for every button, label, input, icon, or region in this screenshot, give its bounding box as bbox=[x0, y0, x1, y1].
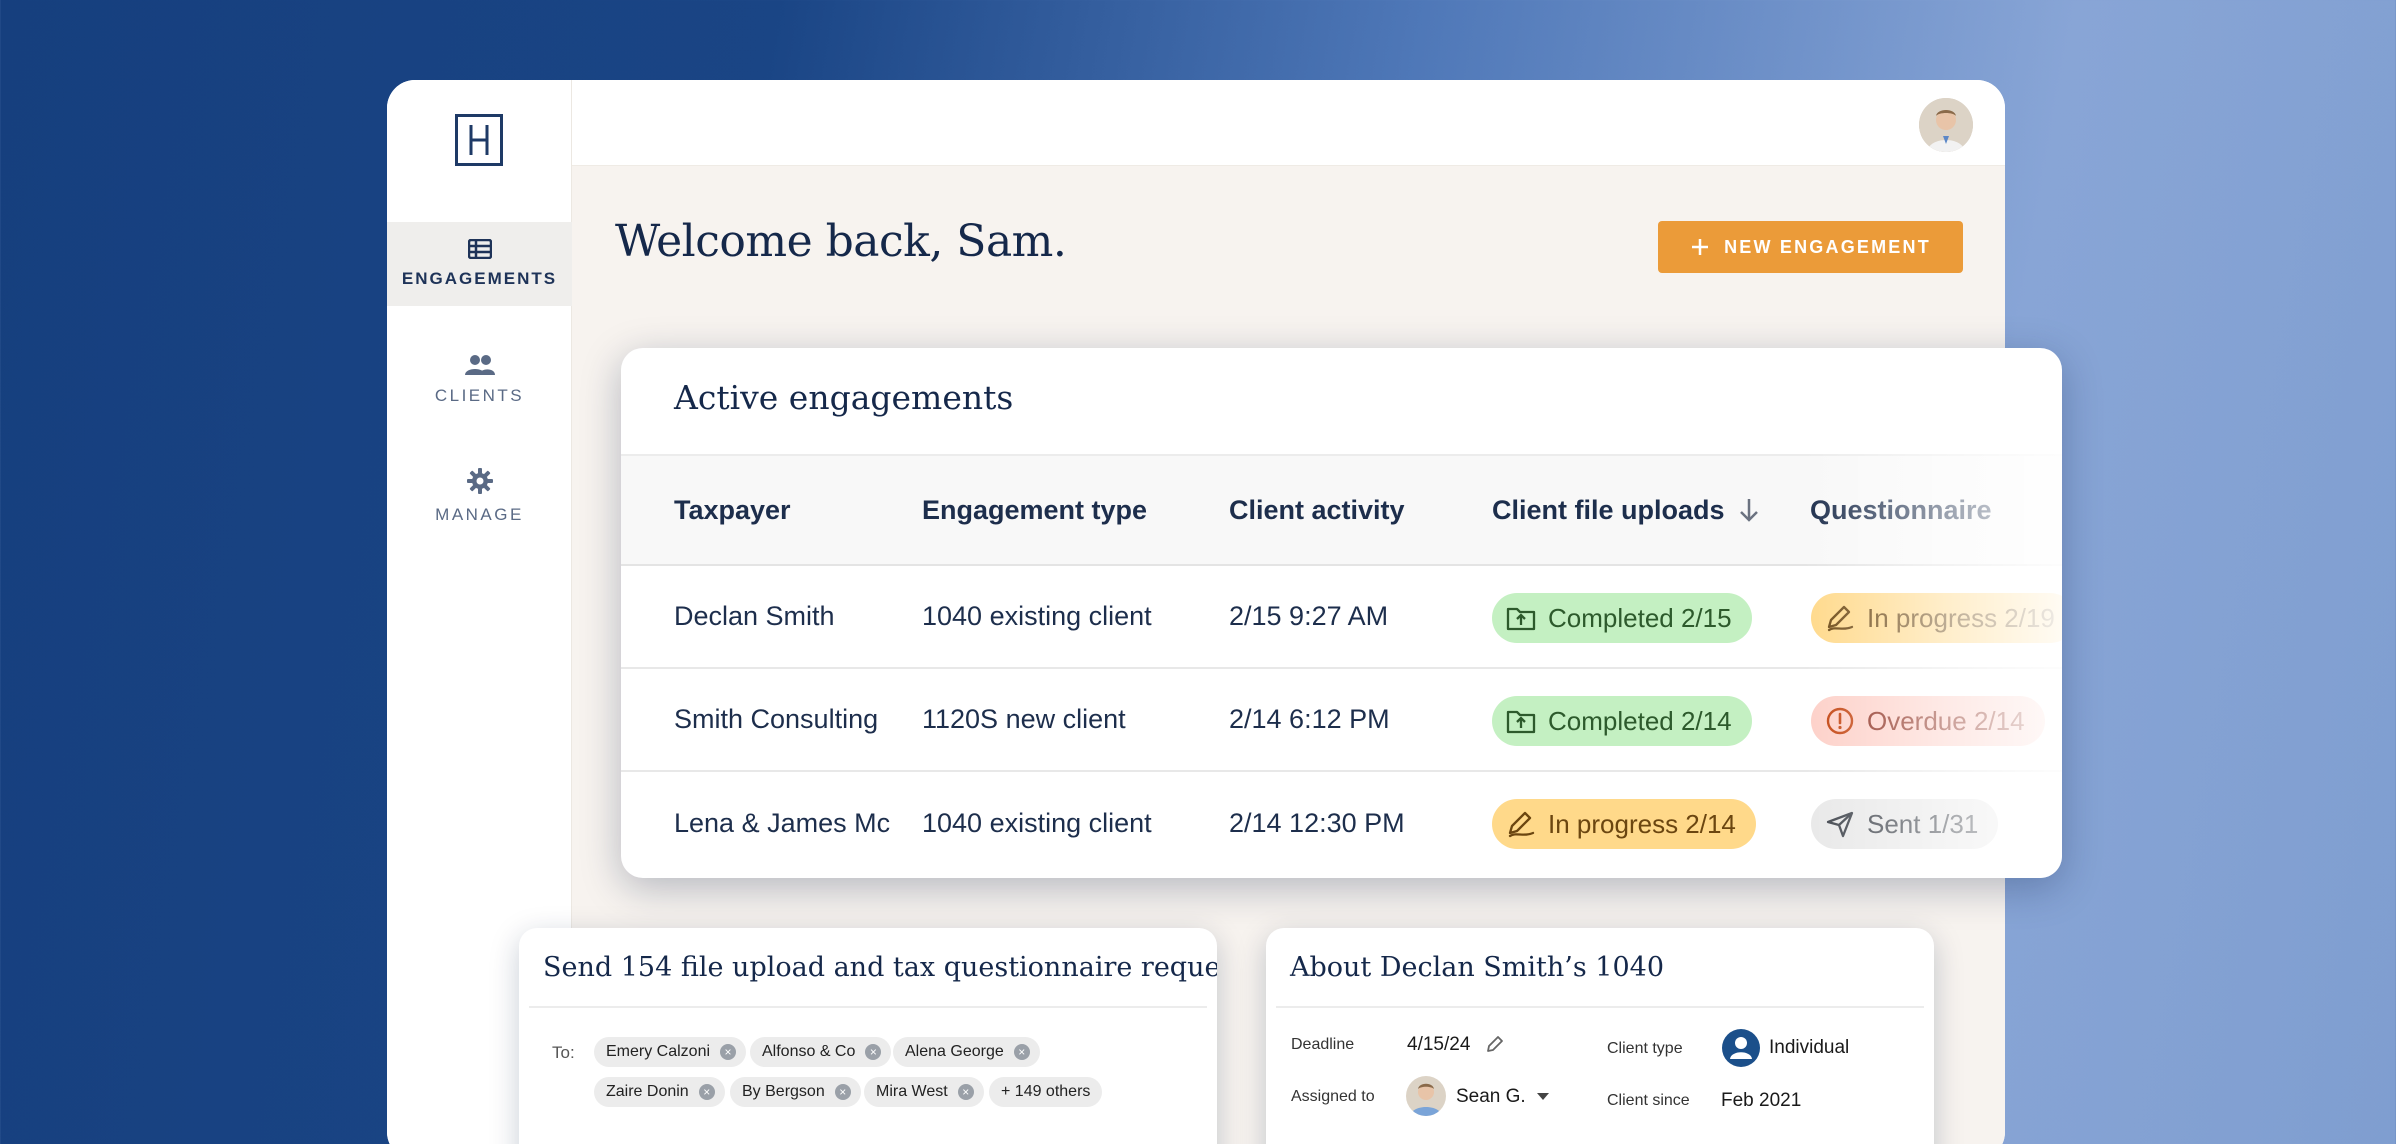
recipient-chip[interactable]: Emery Calzoni × bbox=[594, 1037, 747, 1067]
sidebar-item-label: MANAGE bbox=[435, 505, 524, 524]
remove-icon[interactable]: × bbox=[834, 1084, 851, 1100]
edit-pencil-icon[interactable] bbox=[1485, 1034, 1505, 1054]
column-header-questionnaire[interactable]: Questionnaire bbox=[1810, 456, 1992, 564]
column-header-label: Client file uploads bbox=[1492, 494, 1725, 525]
column-header-client-file-uploads[interactable]: Client file uploads bbox=[1492, 456, 1761, 564]
alert-circle-icon bbox=[1826, 707, 1854, 735]
sidebar-item-engagements[interactable]: ENGAGEMENTS bbox=[387, 222, 572, 306]
sidebar-item-manage[interactable]: MANAGE bbox=[387, 454, 572, 538]
client-type-label: Client type bbox=[1607, 1040, 1683, 1057]
to-label: To: bbox=[552, 1043, 575, 1062]
client-since-value: Feb 2021 bbox=[1721, 1090, 1802, 1111]
pen-icon bbox=[1827, 605, 1854, 632]
status-badge-sent[interactable]: Sent 1/31 bbox=[1811, 799, 1999, 849]
cell-engagement-type: 1120S new client bbox=[922, 704, 1126, 734]
status-label: Completed 2/15 bbox=[1548, 602, 1732, 633]
person-circle-icon bbox=[1722, 1029, 1760, 1067]
cell-client-activity: 2/14 6:12 PM bbox=[1229, 704, 1390, 734]
send-arrow-icon bbox=[1826, 811, 1854, 838]
recipient-name: Alfonso & Co bbox=[762, 1043, 856, 1060]
folder-upload-icon bbox=[1506, 710, 1536, 734]
chevron-down-icon[interactable] bbox=[1536, 1092, 1550, 1102]
plus-icon bbox=[1692, 239, 1709, 255]
status-label: In progress 2/14 bbox=[1548, 808, 1736, 839]
recipient-chip[interactable]: By Bergson × bbox=[730, 1077, 861, 1107]
assignee-avatar bbox=[1406, 1076, 1446, 1116]
status-label: Sent 1/31 bbox=[1867, 808, 1979, 839]
divider bbox=[1276, 1006, 1924, 1008]
table-row[interactable]: Smith Consulting 1120S new client 2/14 6… bbox=[621, 669, 2062, 772]
status-label: In progress 2/19 bbox=[1867, 602, 2055, 633]
cell-taxpayer: Lena & James McE bbox=[674, 808, 892, 838]
recipient-name: Alena George bbox=[905, 1043, 1004, 1060]
send-requests-card: Send 154 file upload and tax questionnai… bbox=[519, 928, 1217, 1144]
remove-icon[interactable]: × bbox=[698, 1084, 715, 1100]
deadline-value: 4/15/24 bbox=[1407, 1034, 1471, 1055]
card-title: Send 154 file upload and tax questionnai… bbox=[543, 952, 1217, 983]
client-type-value: Individual bbox=[1769, 1037, 1850, 1058]
recipient-chip[interactable]: Mira West × bbox=[864, 1077, 984, 1107]
cell-engagement-type: 1040 existing client bbox=[922, 808, 1152, 838]
card-title: Active engagements bbox=[674, 378, 1014, 417]
logo-mark-icon bbox=[469, 125, 489, 155]
table-header: Taxpayer Engagement type Client activity… bbox=[621, 454, 2062, 566]
cell-client-activity: 2/14 12:30 PM bbox=[1229, 808, 1405, 838]
column-header-engagement-type[interactable]: Engagement type bbox=[922, 456, 1147, 564]
more-recipients-chip[interactable]: + 149 others bbox=[989, 1077, 1103, 1107]
status-badge-in-progress[interactable]: In progress 2/14 bbox=[1492, 799, 1756, 849]
folder-upload-icon bbox=[1506, 607, 1536, 631]
new-engagement-button[interactable]: NEW ENGAGEMENT bbox=[1658, 221, 1963, 273]
recipient-name: Emery Calzoni bbox=[606, 1043, 711, 1060]
divider bbox=[529, 1006, 1207, 1008]
client-since-label: Client since bbox=[1607, 1092, 1690, 1109]
sidebar-item-clients[interactable]: CLIENTS bbox=[387, 338, 572, 422]
recipient-name: Mira West bbox=[876, 1083, 948, 1100]
avatar-photo-icon bbox=[1410, 1083, 1442, 1116]
cell-engagement-type: 1040 existing client bbox=[922, 601, 1152, 631]
sort-down-arrow-icon bbox=[1739, 499, 1758, 522]
cell-client-activity: 2/15 9:27 AM bbox=[1229, 601, 1389, 631]
recipient-chip[interactable]: Zaire Donin × bbox=[594, 1077, 725, 1107]
avatar-photo-icon bbox=[1919, 98, 1973, 152]
remove-icon[interactable]: × bbox=[1013, 1044, 1030, 1060]
assigned-to-label: Assigned to bbox=[1291, 1088, 1375, 1105]
pen-icon bbox=[1508, 811, 1535, 838]
cell-taxpayer: Declan Smith bbox=[674, 601, 835, 631]
status-badge-completed[interactable]: Completed 2/15 bbox=[1492, 593, 1752, 643]
cell-taxpayer: Smith Consulting bbox=[674, 704, 879, 734]
gear-icon bbox=[466, 468, 493, 494]
recipient-name: By Bergson bbox=[742, 1083, 825, 1100]
column-header-taxpayer[interactable]: Taxpayer bbox=[674, 456, 791, 564]
sidebar-item-label: CLIENTS bbox=[434, 386, 525, 405]
status-badge-completed[interactable]: Completed 2/14 bbox=[1492, 696, 1752, 746]
remove-icon[interactable]: × bbox=[957, 1084, 974, 1100]
recipient-chip[interactable]: Alena George × bbox=[893, 1037, 1040, 1067]
about-engagement-card: About Declan Smith’s 1040 Deadline 4/15/… bbox=[1266, 928, 1934, 1144]
card-title: About Declan Smith’s 1040 bbox=[1290, 952, 1665, 983]
sidebar-item-label: ENGAGEMENTS bbox=[401, 269, 558, 288]
recipient-name: Zaire Donin bbox=[606, 1083, 689, 1100]
active-engagements-card: Active engagements Taxpayer Engagement t… bbox=[621, 348, 2062, 878]
assignee-name: Sean G. bbox=[1456, 1086, 1526, 1107]
status-label: Completed 2/14 bbox=[1548, 705, 1732, 736]
list-icon bbox=[467, 239, 492, 259]
user-avatar[interactable] bbox=[1919, 98, 1973, 152]
remove-icon[interactable]: × bbox=[865, 1044, 882, 1060]
status-label: Overdue 2/14 bbox=[1867, 705, 2025, 736]
top-bar bbox=[572, 80, 2005, 166]
status-badge-in-progress[interactable]: In progress 2/19 bbox=[1811, 593, 2062, 643]
table-row[interactable]: Declan Smith 1040 existing client 2/15 9… bbox=[621, 566, 2062, 669]
app-logo[interactable] bbox=[455, 114, 503, 166]
status-badge-overdue[interactable]: Overdue 2/14 bbox=[1811, 696, 2045, 746]
page-title: Welcome back, Sam. bbox=[615, 216, 1067, 267]
new-engagement-label: NEW ENGAGEMENT bbox=[1724, 236, 1931, 257]
deadline-label: Deadline bbox=[1291, 1036, 1355, 1053]
remove-icon[interactable]: × bbox=[720, 1044, 737, 1060]
people-icon bbox=[464, 355, 495, 375]
column-header-client-activity[interactable]: Client activity bbox=[1229, 456, 1405, 564]
recipient-chip[interactable]: Alfonso & Co × bbox=[750, 1037, 892, 1067]
more-recipients-label: + 149 others bbox=[1001, 1083, 1091, 1100]
table-row[interactable]: Lena & James McE 1040 existing client 2/… bbox=[621, 772, 2062, 875]
